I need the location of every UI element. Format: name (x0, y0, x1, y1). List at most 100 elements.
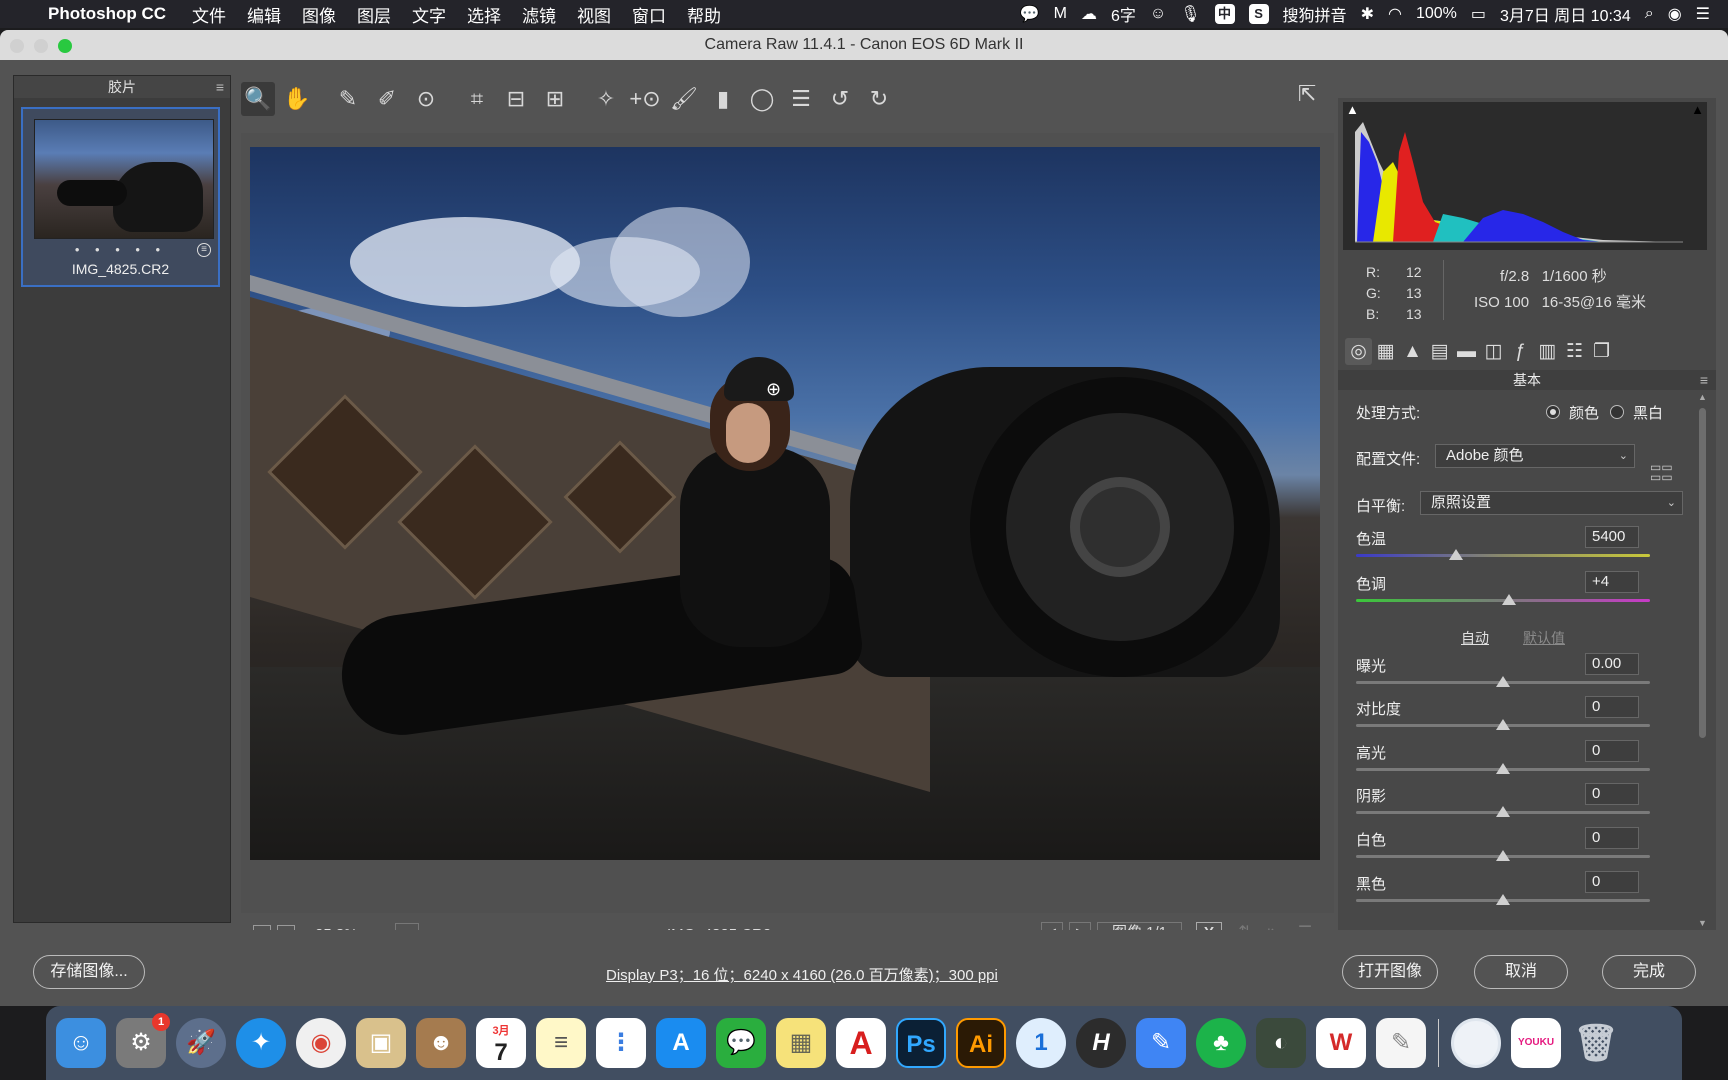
menu-layer[interactable]: 图层 (357, 2, 391, 27)
image-preview-area[interactable]: ⊕ (241, 133, 1334, 913)
scroll-up-icon[interactable]: ▲ (1698, 392, 1707, 402)
photo-tool-icon[interactable]: ◐ (1256, 1018, 1306, 1068)
slider-handle-7[interactable] (1496, 894, 1510, 905)
slider-handle-5[interactable] (1496, 806, 1510, 817)
section-menu-icon[interactable]: ≡ (1700, 370, 1708, 390)
save-image-button[interactable]: 存储图像... (33, 955, 145, 989)
profile-dropdown[interactable]: Adobe 颜色 ⌄ (1435, 444, 1635, 468)
app-menu[interactable]: Photoshop CC (48, 4, 166, 24)
system-preferences-icon[interactable]: ⚙ 1 (116, 1013, 170, 1068)
auto-button[interactable]: 自动 (1461, 628, 1489, 648)
white-balance-tool-icon[interactable]: ✎ (331, 82, 365, 116)
zoom-tool-icon[interactable]: 🔍 (241, 82, 275, 116)
word-count-status[interactable]: 6字 (1111, 2, 1136, 26)
slider-handle-1[interactable] (1501, 594, 1516, 605)
battery-icon[interactable]: ▭ (1471, 4, 1486, 24)
presets-tab-icon[interactable]: ☷ (1561, 338, 1588, 365)
basic-tab-icon[interactable]: ◎ (1345, 337, 1372, 365)
launchpad-icon[interactable]: 🚀 (176, 1018, 226, 1068)
treatment-bw-label[interactable]: 黑白 (1633, 402, 1663, 423)
menu-view[interactable]: 视图 (577, 2, 611, 27)
menu-window[interactable]: 窗口 (632, 2, 666, 27)
tone-curve-tab-icon[interactable]: ▦ (1372, 338, 1399, 365)
menu-help[interactable]: 帮助 (687, 2, 721, 27)
chrome-icon[interactable]: ◉ (296, 1018, 346, 1068)
calibration-tab-icon[interactable]: ▥ (1534, 338, 1561, 365)
hype-icon[interactable]: H (1076, 1018, 1126, 1068)
menu-filter[interactable]: 滤镜 (522, 2, 556, 27)
reminders-icon[interactable]: ⋮ (596, 1018, 646, 1068)
treatment-color-label[interactable]: 颜色 (1569, 402, 1599, 423)
effects-tab-icon[interactable]: ƒ (1507, 338, 1534, 365)
trash-icon[interactable]: 🗑 (1571, 1018, 1621, 1068)
slider-value-input-6[interactable]: 0 (1585, 827, 1639, 849)
crop-tool-icon[interactable]: ⌗ (460, 82, 494, 116)
treatment-color-radio[interactable] (1546, 405, 1560, 419)
siri-circle-icon[interactable] (1451, 1018, 1501, 1068)
preview-icon[interactable]: ▣ (356, 1018, 406, 1068)
slider-value-input-7[interactable]: 0 (1585, 871, 1639, 893)
emoji-status-icon[interactable]: ☺ (1150, 5, 1166, 23)
menu-type[interactable]: 文字 (412, 2, 446, 27)
slider-handle-0[interactable] (1448, 549, 1463, 560)
transform-tool-icon[interactable]: ⊞ (538, 82, 572, 116)
1password-icon[interactable]: 1 (1016, 1018, 1066, 1068)
rating-dots[interactable]: • • • • • (23, 242, 218, 257)
panel-scrollbar[interactable]: ▲ ▼ (1698, 392, 1708, 938)
shadow-clipping-icon[interactable]: ▲ (1346, 102, 1359, 117)
targeted-adjustment-tool-icon[interactable]: ⊙ (409, 82, 443, 116)
slider-value-input-4[interactable]: 0 (1585, 740, 1639, 762)
minimize-window-button[interactable] (34, 39, 48, 53)
evernote-icon[interactable]: ♣ (1196, 1018, 1246, 1068)
input-method-status[interactable]: 搜狗拼音 (1283, 2, 1347, 26)
menu-file[interactable]: 文件 (192, 2, 226, 27)
default-button[interactable]: 默认值 (1523, 628, 1565, 648)
highlight-clipping-icon[interactable]: ▲ (1691, 102, 1704, 117)
filmstrip-menu-icon[interactable]: ≡ (216, 76, 224, 98)
toggle-fullscreen-icon[interactable]: ⇱ (1290, 77, 1324, 111)
cancel-button[interactable]: 取消 (1474, 955, 1568, 989)
calendar-icon[interactable]: 3月 7 (476, 1018, 526, 1068)
spot-removal-tool-icon[interactable]: ✧ (589, 82, 623, 116)
menu-image[interactable]: 图像 (302, 2, 336, 27)
adjustment-brush-icon[interactable]: 🖌 (667, 82, 701, 116)
illustrator-icon[interactable]: Ai (956, 1018, 1006, 1068)
slider-handle-6[interactable] (1496, 850, 1510, 861)
scroll-down-icon[interactable]: ▼ (1698, 918, 1707, 928)
wps-icon[interactable]: W (1316, 1018, 1366, 1068)
acrobat-icon[interactable]: A (836, 1018, 886, 1068)
cloud-status-icon[interactable]: ☁ (1081, 4, 1097, 24)
lens-corrections-tab-icon[interactable]: ◫ (1480, 338, 1507, 365)
battery-percent[interactable]: 100% (1416, 5, 1457, 23)
clock[interactable]: 3月7日 周日 10:34 (1500, 2, 1631, 26)
stickies-icon[interactable]: ▦ (776, 1018, 826, 1068)
radial-filter-icon[interactable]: ◯ (745, 82, 779, 116)
spotlight-search-icon[interactable]: ⌕ (1645, 5, 1654, 23)
slider-handle-2[interactable] (1496, 676, 1510, 687)
rotate-right-icon[interactable]: ↻ (862, 82, 896, 116)
slider-value-input-3[interactable]: 0 (1585, 696, 1639, 718)
textedit-icon[interactable]: ✎ (1376, 1018, 1426, 1068)
notes-icon[interactable]: ≡ (536, 1018, 586, 1068)
hsl-tab-icon[interactable]: ▤ (1426, 338, 1453, 365)
wechat-icon[interactable]: 💬 (716, 1018, 766, 1068)
workflow-options-link[interactable]: Display P3；16 位；6240 x 4160 (26.0 百万像素)；… (606, 964, 998, 985)
detail-tab-icon[interactable]: ▲ (1399, 338, 1426, 365)
slider-handle-3[interactable] (1496, 719, 1510, 730)
finder-icon[interactable]: ☺ (56, 1018, 106, 1068)
slider-value-input-5[interactable]: 0 (1585, 783, 1639, 805)
slider-track-0[interactable] (1356, 554, 1650, 557)
photoshop-icon[interactable]: Ps (896, 1018, 946, 1068)
scroll-thumb[interactable] (1699, 408, 1706, 738)
sogou-icon[interactable]: S (1248, 4, 1269, 24)
siri-icon[interactable]: ◉ (1668, 4, 1682, 24)
profile-browser-icon[interactable]: ▭▭ ▭▭ (1650, 461, 1678, 484)
zoom-window-button[interactable] (58, 39, 72, 53)
menu-edit[interactable]: 编辑 (247, 2, 281, 27)
snapshots-tab-icon[interactable]: ❐ (1588, 338, 1615, 365)
preview-photo[interactable]: ⊕ (250, 147, 1320, 860)
slider-value-input-0[interactable]: 5400 (1585, 526, 1639, 548)
slider-value-input-2[interactable]: 0.00 (1585, 653, 1639, 675)
wechat-status-icon[interactable]: 💬 (1020, 4, 1040, 24)
youku-icon[interactable]: YOUKU (1511, 1018, 1561, 1068)
